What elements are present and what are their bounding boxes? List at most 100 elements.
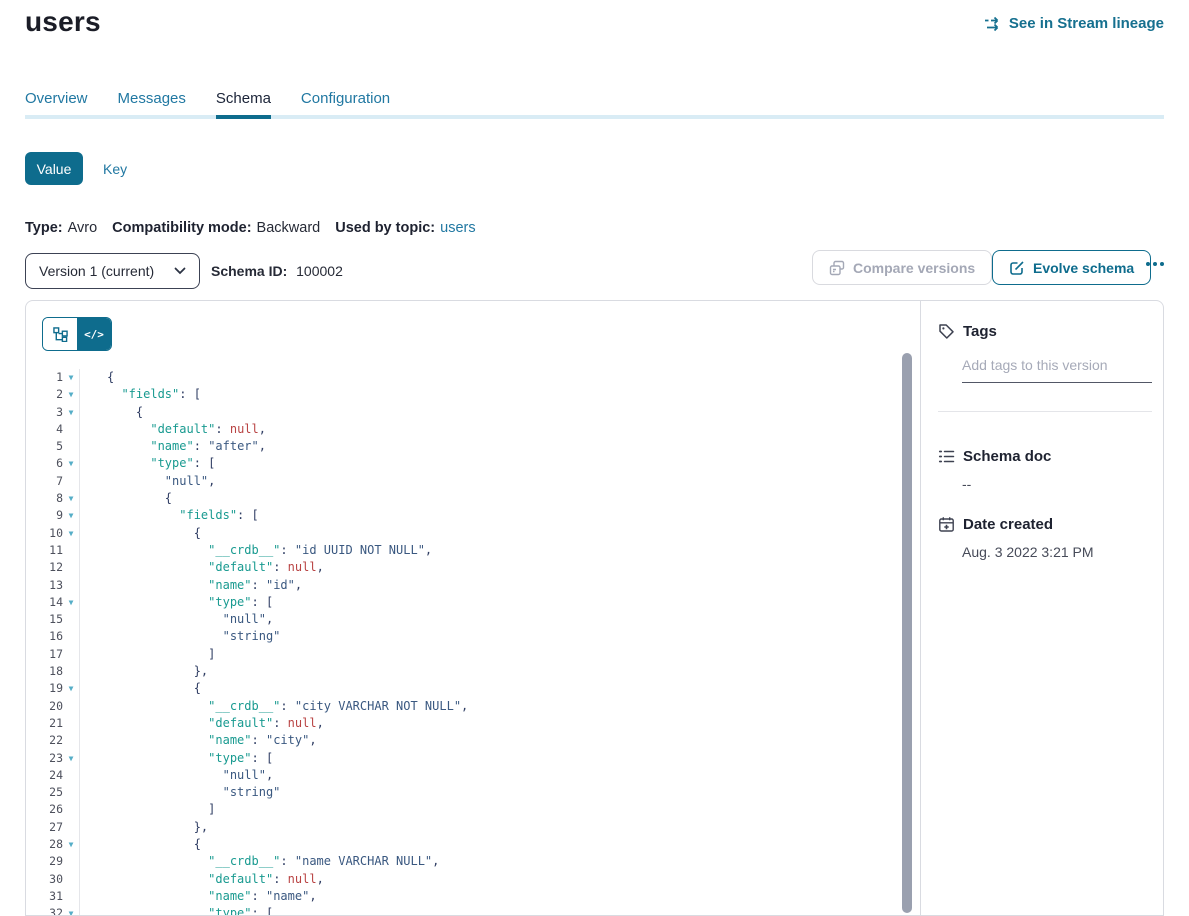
code-text: "default": null, <box>79 871 896 888</box>
code-line: 8▼ { <box>26 490 896 507</box>
fold-spacer <box>63 801 79 818</box>
stream-lineage-link[interactable]: See in Stream lineage <box>984 15 1164 32</box>
code-line: 11 "__crdb__": "id UUID NOT NULL", <box>26 542 896 559</box>
fold-spacer <box>63 819 79 836</box>
fold-toggle-icon[interactable]: ▼ <box>63 905 79 916</box>
version-select[interactable]: Version 1 (current) <box>25 253 200 289</box>
tree-view-button[interactable] <box>43 318 77 350</box>
code-text: { <box>79 525 896 542</box>
editor-scrollbar[interactable] <box>902 353 912 913</box>
line-number: 11 <box>26 542 63 559</box>
code-text: "__crdb__": "city VARCHAR NOT NULL", <box>79 698 896 715</box>
fold-toggle-icon[interactable]: ▼ <box>63 594 79 611</box>
used-by-topic-label: Used by topic: <box>335 220 435 236</box>
fold-toggle-icon[interactable]: ▼ <box>63 369 79 386</box>
tags-title: Tags <box>963 323 997 340</box>
fold-toggle-icon[interactable]: ▼ <box>63 680 79 697</box>
code-text: "type": [ <box>79 455 896 472</box>
fold-toggle-icon[interactable]: ▼ <box>63 386 79 403</box>
code-text: { <box>79 836 896 853</box>
evolve-schema-button[interactable]: Evolve schema <box>992 250 1151 285</box>
line-number: 30 <box>26 871 63 888</box>
code-line: 21 "default": null, <box>26 715 896 732</box>
code-line: 13 "name": "id", <box>26 577 896 594</box>
fold-toggle-icon[interactable]: ▼ <box>63 490 79 507</box>
code-text: "name": "after", <box>79 438 896 455</box>
line-number: 15 <box>26 611 63 628</box>
code-view-button[interactable]: </> <box>77 318 111 350</box>
chevron-down-icon <box>174 267 186 275</box>
schema-doc-value: -- <box>962 476 971 492</box>
line-number: 7 <box>26 473 63 490</box>
code-line: 12 "default": null, <box>26 559 896 576</box>
code-text: }, <box>79 819 896 836</box>
tab-messages[interactable]: Messages <box>118 90 186 115</box>
fold-spacer <box>63 473 79 490</box>
schema-meta: Type: Avro Compatibility mode: Backward … <box>25 220 491 236</box>
schema-sidebar: Tags Schema doc -- Date created <box>922 301 1164 915</box>
line-number: 2 <box>26 386 63 403</box>
code-line: 1▼{ <box>26 369 896 386</box>
line-number: 28 <box>26 836 63 853</box>
code-line: 26 ] <box>26 801 896 818</box>
code-line: 3▼ { <box>26 404 896 421</box>
line-number: 12 <box>26 559 63 576</box>
fold-spacer <box>63 438 79 455</box>
schema-doc-header: Schema doc <box>938 448 1051 465</box>
fold-spacer <box>63 611 79 628</box>
stream-lineage-label: See in Stream lineage <box>1009 15 1164 32</box>
compare-versions-label: Compare versions <box>853 260 975 276</box>
line-number: 32 <box>26 905 63 916</box>
fold-spacer <box>63 767 79 784</box>
line-number: 14 <box>26 594 63 611</box>
code-text: "fields": [ <box>79 507 896 524</box>
schema-panel: </> 1▼{2▼ "fields": [3▼ {4 "default": nu… <box>25 300 1164 916</box>
code-text: "name": "name", <box>79 888 896 905</box>
code-text: }, <box>79 663 896 680</box>
fold-toggle-icon[interactable]: ▼ <box>63 404 79 421</box>
sidebar-divider <box>938 411 1152 412</box>
type-label: Type: <box>25 220 63 236</box>
schema-editor: </> 1▼{2▼ "fields": [3▼ {4 "default": nu… <box>26 301 921 915</box>
code-line: 14▼ "type": [ <box>26 594 896 611</box>
line-number: 10 <box>26 525 63 542</box>
line-number: 6 <box>26 455 63 472</box>
code-lines: 1▼{2▼ "fields": [3▼ {4 "default": null,5… <box>26 369 896 916</box>
code-line: 28▼ { <box>26 836 896 853</box>
topic-link[interactable]: users <box>440 220 475 236</box>
code-text: "string" <box>79 628 896 645</box>
value-toggle-button[interactable]: Value <box>25 152 83 185</box>
compare-icon <box>829 260 845 276</box>
fold-spacer <box>63 698 79 715</box>
line-number: 20 <box>26 698 63 715</box>
schema-id-value: 100002 <box>296 263 343 279</box>
line-number: 5 <box>26 438 63 455</box>
tab-schema[interactable]: Schema <box>216 90 271 115</box>
schema-doc-title: Schema doc <box>963 448 1051 465</box>
code-text: "fields": [ <box>79 386 896 403</box>
compare-versions-button[interactable]: Compare versions <box>812 250 992 285</box>
fold-toggle-icon[interactable]: ▼ <box>63 507 79 524</box>
fold-toggle-icon[interactable]: ▼ <box>63 525 79 542</box>
code-text: "name": "city", <box>79 732 896 749</box>
code-line: 29 "__crdb__": "name VARCHAR NULL", <box>26 853 896 870</box>
tags-section-header: Tags <box>938 323 997 340</box>
code-text: "name": "id", <box>79 577 896 594</box>
code-line: 5 "name": "after", <box>26 438 896 455</box>
tab-configuration[interactable]: Configuration <box>301 90 390 115</box>
more-options-button[interactable] <box>1146 262 1164 266</box>
code-line: 32▼ "type": [ <box>26 905 896 916</box>
tab-overview[interactable]: Overview <box>25 90 88 115</box>
tab-bar: Overview Messages Schema Configuration <box>25 90 390 115</box>
fold-toggle-icon[interactable]: ▼ <box>63 455 79 472</box>
line-number: 31 <box>26 888 63 905</box>
key-toggle-button[interactable]: Key <box>103 161 127 177</box>
code-text: { <box>79 490 896 507</box>
line-number: 29 <box>26 853 63 870</box>
type-value: Avro <box>68 220 98 236</box>
line-number: 21 <box>26 715 63 732</box>
fold-toggle-icon[interactable]: ▼ <box>63 750 79 767</box>
add-tags-input[interactable] <box>962 353 1152 383</box>
line-number: 4 <box>26 421 63 438</box>
fold-toggle-icon[interactable]: ▼ <box>63 836 79 853</box>
